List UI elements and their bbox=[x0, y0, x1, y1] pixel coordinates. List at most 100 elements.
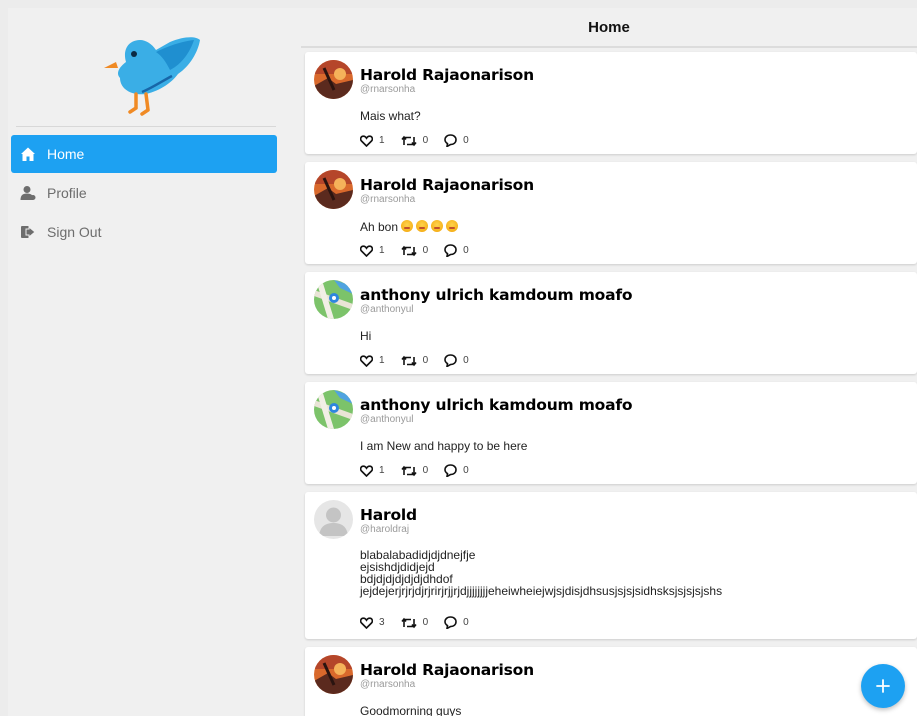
main-feed-column: Home Harold Rajaonarison @rnarsonha Mais… bbox=[301, 8, 917, 716]
weary-face-emoji-icon bbox=[446, 220, 459, 232]
retweet-button[interactable]: 0 bbox=[400, 355, 429, 367]
tweet-author-name[interactable]: anthony ulrich kamdoum moafo bbox=[360, 286, 633, 304]
tweet-card[interactable]: anthony ulrich kamdoum moafo @anthonyul … bbox=[305, 272, 917, 374]
like-button[interactable]: 1 bbox=[360, 244, 385, 257]
avatar[interactable] bbox=[314, 60, 353, 99]
tweet-text-content: Ah bon bbox=[360, 220, 399, 234]
tweet-author-name[interactable]: Harold Rajaonarison bbox=[360, 176, 534, 194]
like-count: 1 bbox=[379, 245, 385, 256]
tweet-author-handle[interactable]: @rnarsonha bbox=[360, 679, 415, 690]
sidebar-item-label: Sign Out bbox=[47, 224, 102, 240]
tweet-author-handle[interactable]: @anthonyul bbox=[360, 414, 414, 425]
retweet-icon bbox=[400, 245, 417, 256]
heart-icon bbox=[360, 464, 373, 477]
retweet-count: 0 bbox=[422, 245, 429, 256]
sunset-avatar-icon bbox=[314, 170, 353, 209]
comment-icon bbox=[444, 354, 457, 367]
retweet-icon bbox=[400, 355, 417, 366]
default-avatar-icon bbox=[314, 500, 353, 539]
avatar[interactable] bbox=[314, 500, 353, 539]
sidebar-item-profile[interactable]: Profile bbox=[11, 174, 277, 212]
like-button[interactable]: 1 bbox=[360, 354, 385, 367]
like-button[interactable]: 1 bbox=[360, 464, 385, 477]
comment-icon bbox=[444, 244, 457, 257]
sidebar-item-label: Home bbox=[47, 146, 85, 162]
comment-icon bbox=[444, 134, 457, 147]
retweet-button[interactable]: 0 bbox=[400, 617, 428, 629]
avatar[interactable] bbox=[314, 170, 353, 209]
retweet-icon bbox=[400, 617, 417, 628]
avatar[interactable] bbox=[314, 655, 353, 694]
comment-button[interactable]: 0 bbox=[444, 616, 469, 629]
tweet-text: Goodmorning guys bbox=[360, 704, 462, 716]
like-count: 3 bbox=[379, 617, 385, 628]
retweet-icon bbox=[400, 465, 417, 476]
tweet-author-name[interactable]: Harold Rajaonarison bbox=[360, 66, 534, 84]
comment-count: 0 bbox=[463, 617, 469, 628]
tweet-author-handle[interactable]: @rnarsonha bbox=[360, 84, 415, 95]
tweet-author-name[interactable]: Harold bbox=[360, 506, 417, 524]
tweet-actions: 1 0 0 bbox=[360, 134, 485, 147]
weary-face-emoji-icon bbox=[401, 220, 414, 232]
sidebar-divider bbox=[16, 126, 276, 127]
app-root: Home Profile Sign Out Home Harold Rajaon… bbox=[8, 8, 917, 716]
retweet-count: 0 bbox=[422, 465, 429, 476]
retweet-icon bbox=[400, 135, 417, 146]
tweet-card[interactable]: Harold Rajaonarison @rnarsonha Ah bon 1 … bbox=[305, 162, 917, 264]
retweet-button[interactable]: 0 bbox=[400, 245, 429, 257]
avatar[interactable] bbox=[314, 280, 353, 319]
sunset-avatar-icon bbox=[314, 60, 353, 99]
page-title: Home bbox=[301, 8, 917, 48]
tweet-card[interactable]: Harold @haroldraj blabalabadidjdjdnejfje… bbox=[305, 492, 917, 639]
retweet-button[interactable]: 0 bbox=[400, 465, 429, 477]
heart-icon bbox=[360, 354, 373, 367]
comment-count: 0 bbox=[463, 245, 469, 256]
tweet-author-handle[interactable]: @rnarsonha bbox=[360, 194, 415, 205]
tweet-text: Ah bon bbox=[360, 220, 459, 234]
comment-icon bbox=[444, 616, 457, 629]
like-button[interactable]: 3 bbox=[360, 616, 385, 629]
comment-count: 0 bbox=[463, 355, 469, 366]
home-icon bbox=[19, 145, 37, 163]
tweet-author-name[interactable]: anthony ulrich kamdoum moafo bbox=[360, 396, 633, 414]
weary-face-emoji-icon bbox=[416, 220, 429, 232]
map-avatar-icon bbox=[314, 390, 353, 429]
heart-icon bbox=[360, 134, 373, 147]
comment-button[interactable]: 0 bbox=[444, 464, 469, 477]
user-icon bbox=[19, 184, 37, 202]
comment-button[interactable]: 0 bbox=[444, 134, 469, 147]
weary-face-emoji-icon bbox=[431, 220, 444, 232]
bird-logo-icon bbox=[104, 37, 200, 116]
tweet-text: Hi bbox=[360, 329, 372, 343]
sign-out-icon bbox=[19, 223, 37, 241]
like-button[interactable]: 1 bbox=[360, 134, 385, 147]
new-tweet-button[interactable] bbox=[861, 664, 905, 708]
tweet-author-handle[interactable]: @anthonyul bbox=[360, 304, 414, 315]
tweet-actions: 1 0 0 bbox=[360, 464, 485, 477]
like-count: 1 bbox=[379, 135, 385, 146]
tweet-card[interactable]: Harold Rajaonarison @rnarsonha Goodmorni… bbox=[305, 647, 917, 716]
tweet-author-name[interactable]: Harold Rajaonarison bbox=[360, 661, 534, 679]
tweet-text: I am New and happy to be here bbox=[360, 439, 528, 453]
comment-count: 0 bbox=[463, 465, 469, 476]
map-avatar-icon bbox=[314, 280, 353, 319]
tweet-actions: 3 0 0 bbox=[360, 616, 485, 629]
plus-icon bbox=[876, 679, 890, 693]
tweet-card[interactable]: Harold Rajaonarison @rnarsonha Mais what… bbox=[305, 52, 917, 154]
retweet-button[interactable]: 0 bbox=[400, 135, 428, 147]
tweet-author-handle[interactable]: @haroldraj bbox=[360, 524, 409, 535]
retweet-count: 0 bbox=[422, 355, 429, 366]
comment-button[interactable]: 0 bbox=[444, 244, 469, 257]
like-count: 1 bbox=[379, 355, 385, 366]
heart-icon bbox=[360, 244, 373, 257]
tweet-text: Mais what? bbox=[360, 109, 421, 123]
tweet-card[interactable]: anthony ulrich kamdoum moafo @anthonyul … bbox=[305, 382, 917, 484]
comment-button[interactable]: 0 bbox=[444, 354, 469, 367]
sidebar-item-label: Profile bbox=[47, 185, 87, 201]
heart-icon bbox=[360, 616, 373, 629]
sidebar-item-sign-out[interactable]: Sign Out bbox=[11, 213, 277, 251]
sidebar-item-home[interactable]: Home bbox=[11, 135, 277, 173]
like-count: 1 bbox=[379, 465, 385, 476]
emoji-group bbox=[398, 220, 459, 234]
avatar[interactable] bbox=[314, 390, 353, 429]
